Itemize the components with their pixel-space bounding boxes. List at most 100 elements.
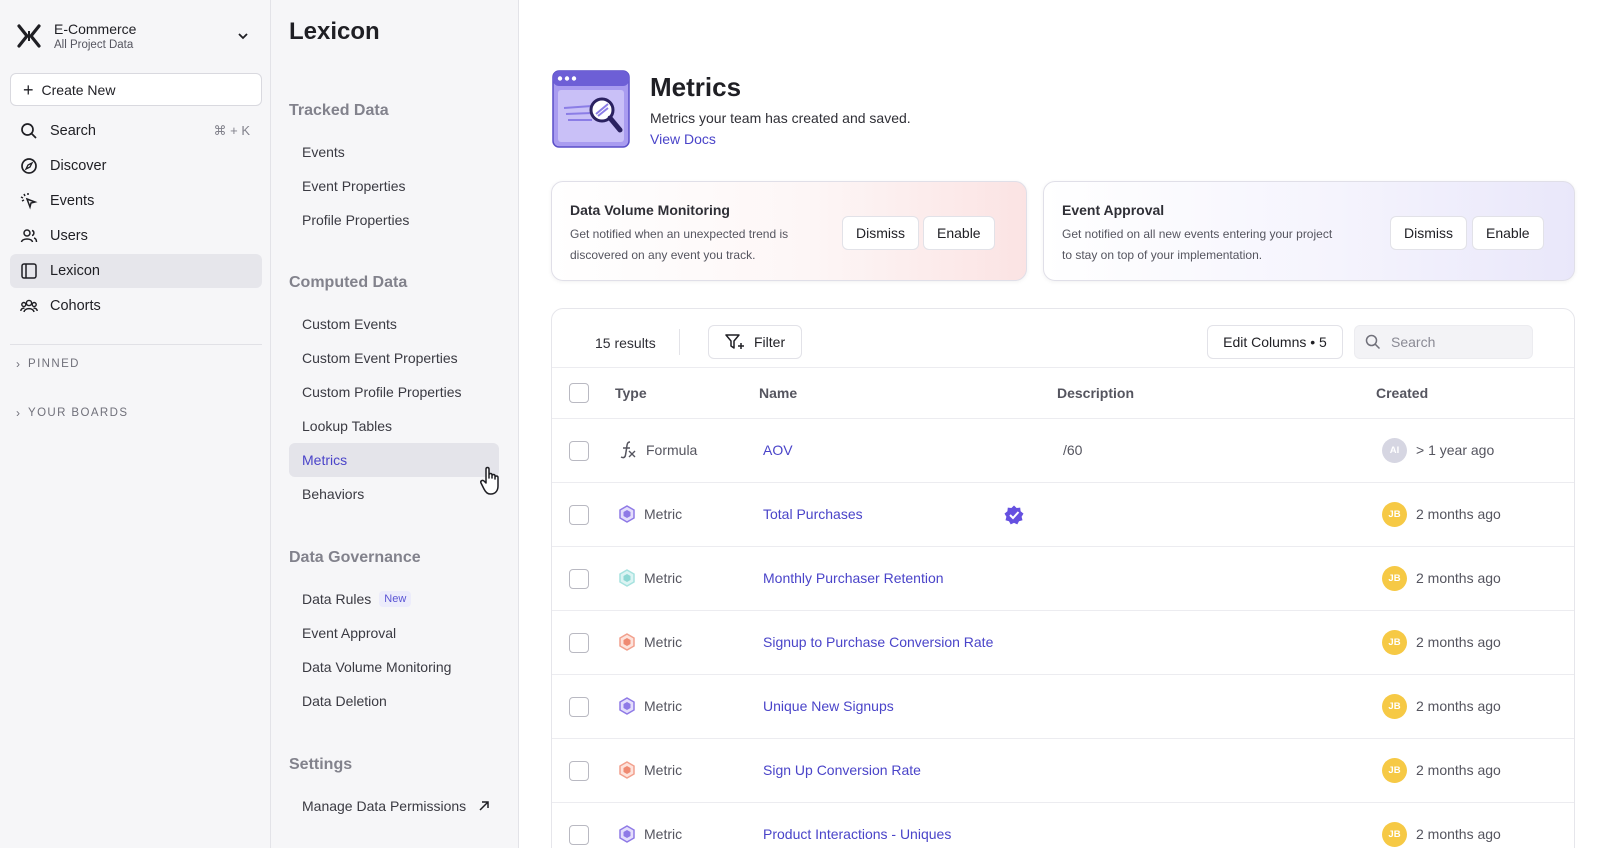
card-title: Event Approval bbox=[1062, 202, 1165, 218]
lexicon-sidebar: Lexicon Tracked Data Events Event Proper… bbox=[271, 0, 519, 848]
enable-button[interactable]: Enable bbox=[1472, 216, 1544, 250]
nav-discover-label: Discover bbox=[50, 158, 107, 174]
cohorts-icon bbox=[20, 299, 38, 313]
card-description: Get notified when an unexpected trend is… bbox=[570, 227, 789, 262]
row-created: 2 months ago bbox=[1416, 762, 1501, 778]
filter-button[interactable]: Filter bbox=[708, 325, 802, 359]
lexicon-item-profile-properties[interactable]: Profile Properties bbox=[289, 203, 499, 237]
lexicon-item-label: Data Rules bbox=[302, 591, 372, 607]
lexicon-title: Lexicon bbox=[289, 18, 380, 45]
row-checkbox[interactable] bbox=[569, 569, 589, 589]
project-subtitle: All Project Data bbox=[54, 38, 134, 51]
metric-hexagon-icon bbox=[619, 505, 635, 523]
row-type: Metric bbox=[618, 632, 682, 652]
row-name-link[interactable]: Sign Up Conversion Rate bbox=[763, 762, 921, 778]
nav-item-users[interactable]: Users bbox=[10, 219, 262, 253]
avatar: JB bbox=[1382, 694, 1407, 719]
lexicon-item-data-volume-monitoring[interactable]: Data Volume Monitoring bbox=[289, 650, 499, 684]
search-shortcut: ⌘ + K bbox=[213, 123, 251, 138]
lexicon-item-label: Custom Profile Properties bbox=[302, 384, 462, 400]
row-checkbox[interactable] bbox=[569, 761, 589, 781]
table-row[interactable]: Metric Monthly Purchaser Retention JB 2 … bbox=[552, 547, 1574, 611]
external-link-icon bbox=[479, 801, 489, 811]
row-name-link[interactable]: Monthly Purchaser Retention bbox=[763, 570, 944, 586]
row-created: 2 months ago bbox=[1416, 570, 1501, 586]
nav-item-cohorts[interactable]: Cohorts bbox=[10, 289, 262, 323]
lexicon-item-event-approval[interactable]: Event Approval bbox=[289, 616, 499, 650]
logo-icon bbox=[17, 24, 41, 48]
create-new-button[interactable]: + Create New bbox=[10, 73, 262, 106]
lexicon-item-custom-profile-properties[interactable]: Custom Profile Properties bbox=[289, 375, 499, 409]
nav-item-discover[interactable]: Discover bbox=[10, 149, 262, 183]
filter-label: Filter bbox=[754, 334, 786, 350]
avatar: JB bbox=[1382, 822, 1407, 847]
row-name-link[interactable]: AOV bbox=[763, 442, 793, 458]
lexicon-item-lookup-tables[interactable]: Lookup Tables bbox=[289, 409, 499, 443]
search-icon bbox=[1365, 334, 1381, 350]
dismiss-button[interactable]: Dismiss bbox=[1390, 216, 1467, 250]
column-header-description[interactable]: Description bbox=[1057, 385, 1134, 401]
lexicon-item-label: Profile Properties bbox=[302, 212, 410, 228]
plus-icon: + bbox=[23, 79, 34, 100]
lexicon-item-custom-events[interactable]: Custom Events bbox=[289, 307, 499, 341]
metric-hexagon-icon bbox=[619, 761, 635, 779]
table-row[interactable]: Metric Signup to Purchase Conversion Rat… bbox=[552, 611, 1574, 675]
project-switcher[interactable]: E-Commerce All Project Data bbox=[16, 16, 256, 56]
card-title: Data Volume Monitoring bbox=[570, 202, 730, 218]
lexicon-item-custom-event-properties[interactable]: Custom Event Properties bbox=[289, 341, 499, 375]
lexicon-item-behaviors[interactable]: Behaviors bbox=[289, 477, 499, 511]
select-all-checkbox[interactable] bbox=[569, 383, 589, 403]
metrics-illustration-icon bbox=[552, 70, 630, 148]
view-docs-link[interactable]: View Docs bbox=[650, 131, 716, 147]
main-content: Metrics Metrics your team has created an… bbox=[520, 0, 1600, 848]
metrics-table-panel: 15 results Filter Edit Columns • 5 Type … bbox=[551, 308, 1575, 848]
lexicon-item-data-deletion[interactable]: Data Deletion bbox=[289, 684, 499, 718]
row-name-link[interactable]: Total Purchases bbox=[763, 506, 863, 522]
event-approval-card: Event Approval Get notified on all new e… bbox=[1043, 181, 1575, 281]
row-created: 2 months ago bbox=[1416, 506, 1501, 522]
column-header-type[interactable]: Type bbox=[615, 385, 647, 401]
row-checkbox[interactable] bbox=[569, 441, 589, 461]
lexicon-item-label: Data Volume Monitoring bbox=[302, 659, 452, 675]
nav-item-search[interactable]: Search ⌘ + K bbox=[10, 114, 262, 148]
lexicon-item-events[interactable]: Events bbox=[289, 135, 499, 169]
table-row[interactable]: Metric Sign Up Conversion Rate JB 2 mont… bbox=[552, 739, 1574, 803]
lexicon-item-data-rules[interactable]: Data Rules New bbox=[289, 582, 499, 616]
nav-item-lexicon[interactable]: Lexicon bbox=[10, 254, 262, 288]
row-checkbox[interactable] bbox=[569, 505, 589, 525]
row-name-link[interactable]: Product Interactions - Uniques bbox=[763, 826, 951, 842]
row-type-label: Metric bbox=[644, 762, 683, 778]
row-type: Metric bbox=[618, 568, 682, 588]
avatar: JB bbox=[1382, 502, 1407, 527]
table-row[interactable]: Metric Product Interactions - Uniques JB… bbox=[552, 803, 1574, 848]
row-checkbox[interactable] bbox=[569, 825, 589, 845]
row-type-label: Metric bbox=[644, 570, 683, 586]
lexicon-item-manage-data-permissions[interactable]: Manage Data Permissions bbox=[289, 789, 499, 823]
row-type-label: Formula bbox=[646, 442, 698, 458]
row-checkbox[interactable] bbox=[569, 697, 589, 717]
row-description: /60 bbox=[1063, 442, 1083, 458]
table-search[interactable] bbox=[1354, 325, 1533, 359]
row-type-label: Metric bbox=[644, 826, 683, 842]
column-header-name[interactable]: Name bbox=[759, 385, 797, 401]
lexicon-item-event-properties[interactable]: Event Properties bbox=[289, 169, 499, 203]
nav-item-events[interactable]: Events bbox=[10, 184, 262, 218]
boards-section-toggle[interactable]: › YOUR BOARDS bbox=[16, 406, 128, 420]
edit-columns-button[interactable]: Edit Columns • 5 bbox=[1207, 325, 1343, 359]
dismiss-button[interactable]: Dismiss bbox=[842, 216, 919, 250]
pinned-section-toggle[interactable]: › PINNED bbox=[16, 357, 80, 371]
table-row[interactable]: Metric Unique New Signups JB 2 months ag… bbox=[552, 675, 1574, 739]
hand-cursor-icon bbox=[480, 466, 499, 495]
table-row[interactable]: Metric Total Purchases JB 2 months ago bbox=[552, 483, 1574, 547]
column-header-created[interactable]: Created bbox=[1376, 385, 1428, 401]
chevron-down-icon bbox=[238, 33, 248, 40]
search-input[interactable] bbox=[1391, 334, 1521, 350]
lexicon-item-metrics[interactable]: Metrics bbox=[289, 443, 499, 477]
table-row[interactable]: Formula AOV /60 AI > 1 year ago bbox=[552, 419, 1574, 483]
row-name-link[interactable]: Signup to Purchase Conversion Rate bbox=[763, 634, 993, 650]
row-checkbox[interactable] bbox=[569, 633, 589, 653]
card-description: Get notified on all new events entering … bbox=[1062, 227, 1333, 262]
left-nav: E-Commerce All Project Data + Create New… bbox=[0, 0, 271, 848]
enable-button[interactable]: Enable bbox=[923, 216, 995, 250]
row-name-link[interactable]: Unique New Signups bbox=[763, 698, 894, 714]
